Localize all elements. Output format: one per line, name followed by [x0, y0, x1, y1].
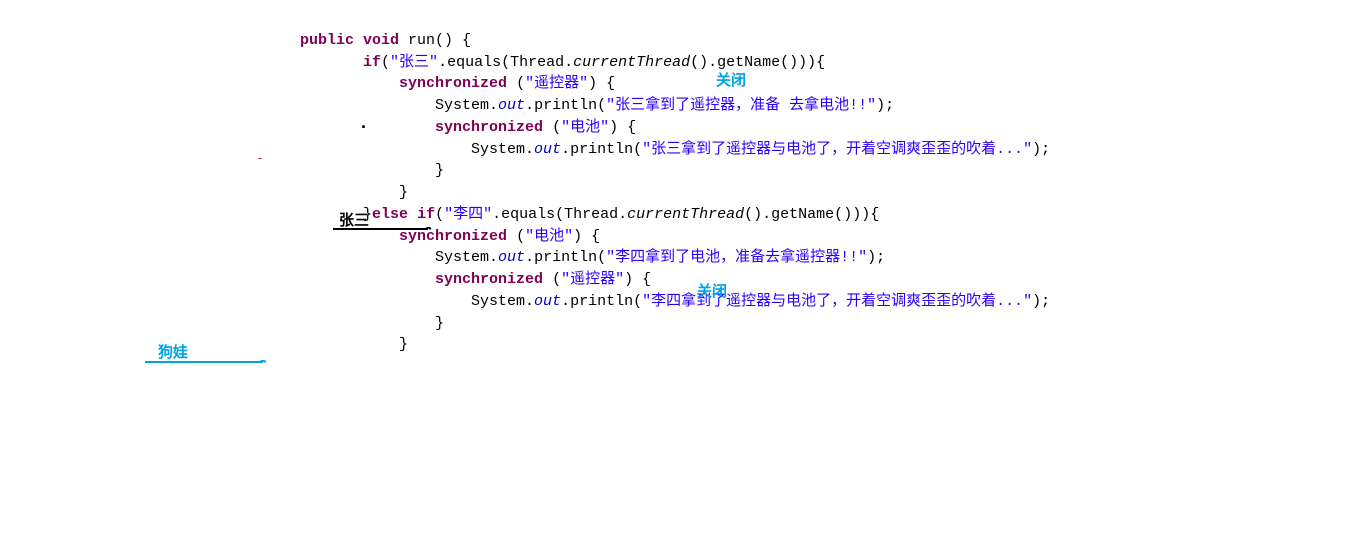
current-thread: currentThread [627, 206, 744, 223]
kw-else: else [372, 206, 408, 223]
method-sig: run() { [399, 32, 471, 49]
str-battery: "电池" [525, 228, 573, 245]
code-block: public void run() { if("张三".equals(Threa… [300, 8, 1050, 356]
kw-sync: synchronized [435, 271, 543, 288]
out-field: out [534, 293, 561, 310]
brace-close: } [399, 336, 408, 353]
kw-if: if [417, 206, 435, 223]
str-zhangsan: "张三" [390, 54, 438, 71]
kw-sync: synchronized [435, 119, 543, 136]
annotation-close-2: 关闭 [697, 281, 727, 303]
str-lisi: "李四" [444, 206, 492, 223]
brace-close: } [399, 184, 408, 201]
kw-if: if [363, 54, 381, 71]
annotation-close-1: 关闭 [716, 70, 746, 92]
kw-public: public [300, 32, 354, 49]
underline-arrow-zhangsan [333, 227, 433, 241]
current-thread: currentThread [573, 54, 690, 71]
out-field: out [534, 141, 561, 158]
str-msg3: "李四拿到了电池，准备去拿遥控器!!" [606, 249, 867, 266]
brace-close: } [435, 162, 444, 179]
out-field: out [498, 249, 525, 266]
dot-mark: . [361, 109, 366, 135]
str-remote: "遥控器" [525, 75, 588, 92]
str-msg2: "张三拿到了遥控器与电池了，开着空调爽歪歪的吹着..." [642, 141, 1032, 158]
str-battery: "电池" [561, 119, 609, 136]
dash-mark: - [256, 150, 264, 169]
str-msg1: "张三拿到了遥控器，准备 去拿电池!!" [606, 97, 876, 114]
kw-sync: synchronized [399, 75, 507, 92]
brace-close: } [435, 315, 444, 332]
out-field: out [498, 97, 525, 114]
kw-void: void [363, 32, 399, 49]
underline-arrow-gouwa [145, 360, 270, 374]
str-remote: "遥控器" [561, 271, 624, 288]
